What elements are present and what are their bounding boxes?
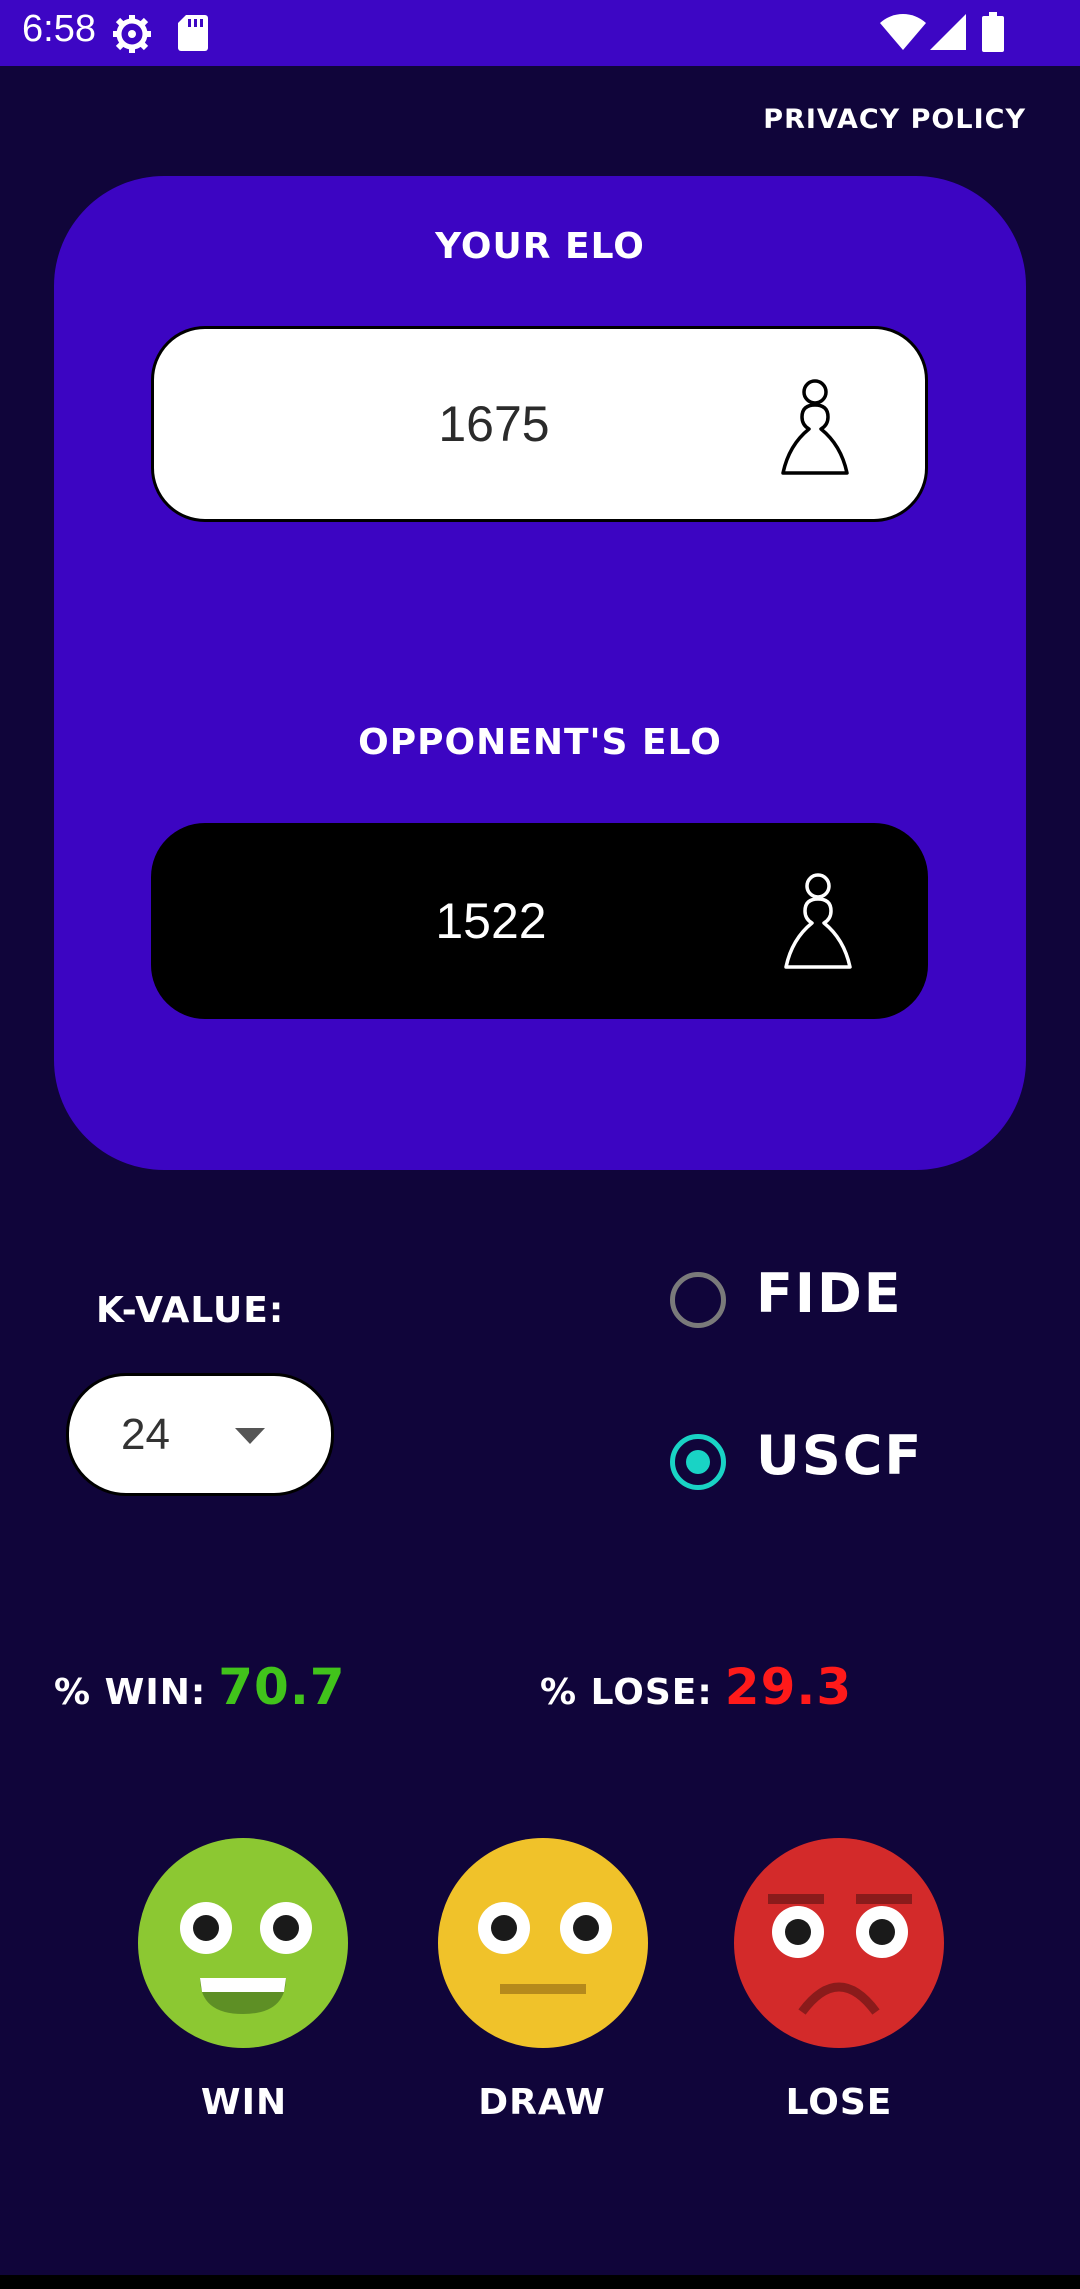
win-label[interactable]: Win: [124, 2082, 364, 2123]
lose-percentage-label: % Lose:: [540, 1672, 713, 1713]
k-value-dropdown[interactable]: 24: [66, 1373, 334, 1496]
pawn-icon: [781, 379, 849, 475]
lose-percentage: % Lose: 29.3: [540, 1658, 852, 1716]
your-elo-input[interactable]: 1675: [151, 326, 928, 522]
lose-label[interactable]: Lose: [719, 2082, 959, 2123]
radio-uscf-dot: [686, 1450, 710, 1474]
your-elo-value[interactable]: 1675: [154, 329, 834, 519]
app-screen: 6:58 Privacy Policy: [0, 0, 1080, 2289]
wifi-icon: [880, 14, 926, 50]
dropdown-caret-icon: [235, 1428, 265, 1444]
lose-percentage-value: 29.3: [724, 1658, 853, 1716]
draw-label[interactable]: Draw: [422, 2082, 662, 2123]
win-button[interactable]: [133, 1836, 353, 2050]
radio-uscf-circle[interactable]: [670, 1434, 726, 1490]
battery-icon: [982, 12, 1004, 52]
lose-button[interactable]: [729, 1836, 949, 2050]
happy-face-icon[interactable]: [136, 1836, 350, 2050]
neutral-face-icon[interactable]: [436, 1836, 650, 2050]
opponent-elo-value[interactable]: 1522: [151, 823, 831, 1019]
sad-face-icon[interactable]: [732, 1836, 946, 2050]
cell-signal-icon: [930, 14, 966, 50]
opponent-elo-label: Opponent's Elo: [358, 722, 722, 763]
radio-fide-label[interactable]: FIDE: [756, 1262, 903, 1325]
radio-fide-circle[interactable]: [670, 1272, 726, 1328]
win-percentage-value: 70.7: [218, 1658, 346, 1716]
settings-gear-icon: [113, 15, 151, 53]
status-bar: 6:58: [0, 0, 1080, 66]
k-value-label: K-value:: [96, 1290, 285, 1331]
navigation-bar: [0, 2275, 1080, 2289]
pawn-icon: [784, 873, 852, 969]
win-percentage: % Win: 70.7: [54, 1658, 346, 1716]
status-time: 6:58: [22, 8, 96, 50]
elo-card: Your Elo 1675 Opponent's Elo 1522: [54, 176, 1026, 1170]
opponent-elo-input[interactable]: 1522: [151, 823, 928, 1019]
your-elo-label: Your Elo: [435, 226, 645, 267]
radio-uscf-label[interactable]: USCF: [756, 1424, 923, 1487]
draw-button[interactable]: [433, 1836, 653, 2050]
win-percentage-label: % Win:: [54, 1672, 207, 1713]
sd-card-icon: [178, 15, 208, 51]
radio-fide[interactable]: FIDE: [670, 1262, 930, 1342]
k-value-selected: 24: [121, 1409, 170, 1459]
privacy-policy-link[interactable]: Privacy Policy: [763, 104, 1026, 135]
radio-uscf[interactable]: USCF: [670, 1424, 930, 1504]
